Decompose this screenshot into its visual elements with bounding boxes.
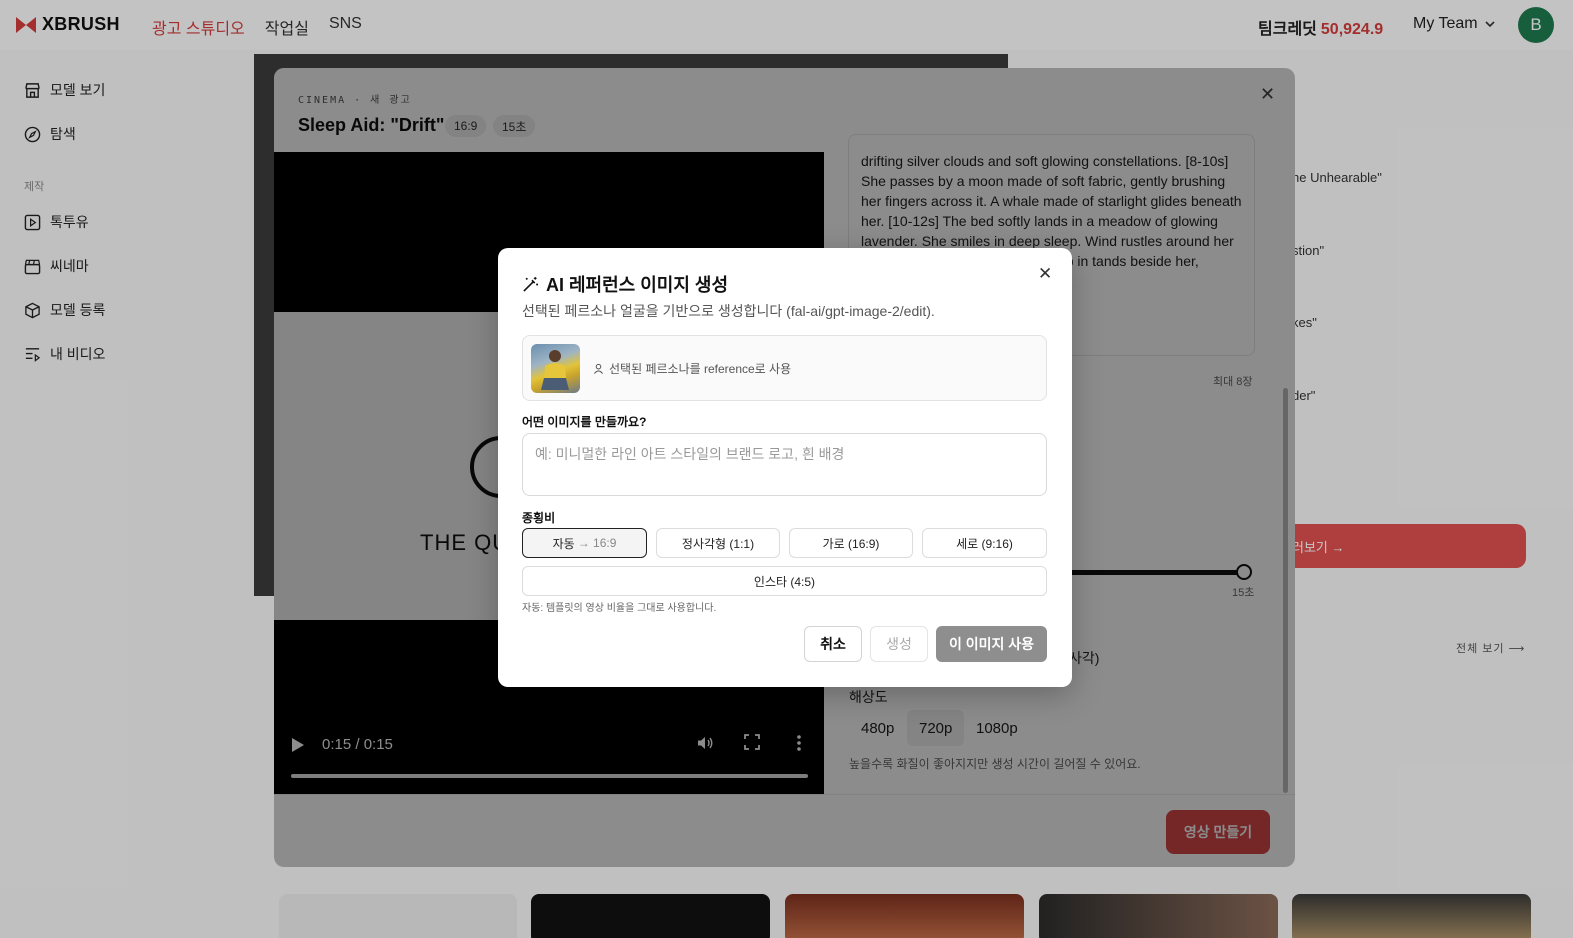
dialog-close-icon[interactable]: ✕ xyxy=(1038,264,1052,284)
persona-thumbnail xyxy=(531,344,580,393)
ratio-option-square[interactable]: 정사각형 (1:1) xyxy=(656,528,780,558)
use-image-button[interactable]: 이 이미지 사용 xyxy=(936,626,1047,662)
ratio-option-label: 자동 xyxy=(552,536,575,551)
persona-reference-box: 선택된 페르소나를 reference로 사용 xyxy=(522,335,1047,401)
ratio-option-landscape[interactable]: 가로 (16:9) xyxy=(789,528,913,558)
ratio-auto-suffix: → 16:9 xyxy=(577,536,617,550)
dialog-title: AI 레퍼런스 이미지 생성 xyxy=(522,271,728,297)
dialog-subtitle: 선택된 페르소나 얼굴을 기반으로 생성합니다 (fal-ai/gpt-imag… xyxy=(522,303,935,319)
magic-wand-icon xyxy=(523,276,539,292)
generate-button[interactable]: 생성 xyxy=(870,626,928,662)
ratio-option-instagram[interactable]: 인스타 (4:5) xyxy=(522,566,1047,596)
ai-reference-dialog: AI 레퍼런스 이미지 생성 ✕ 선택된 페르소나 얼굴을 기반으로 생성합니다… xyxy=(498,248,1072,687)
persona-label: 선택된 페르소나를 reference로 사용 xyxy=(593,360,791,377)
aspect-ratio-label: 종횡비 xyxy=(522,511,556,525)
dialog-title-text: AI 레퍼런스 이미지 생성 xyxy=(546,275,729,295)
prompt-label: 어떤 이미지를 만들까요? xyxy=(522,415,647,429)
persona-label-text: 선택된 페르소나를 reference로 사용 xyxy=(609,362,792,376)
cancel-button[interactable]: 취소 xyxy=(804,626,862,662)
ratio-option-portrait[interactable]: 세로 (9:16) xyxy=(922,528,1047,558)
user-icon xyxy=(593,363,604,374)
prompt-textarea[interactable] xyxy=(522,433,1047,496)
persona-figure-icon xyxy=(541,350,569,390)
ratio-note: 자동: 템플릿의 영상 비율을 그대로 사용합니다. xyxy=(522,603,717,614)
ratio-option-auto[interactable]: 자동 → 16:9 xyxy=(522,528,647,558)
